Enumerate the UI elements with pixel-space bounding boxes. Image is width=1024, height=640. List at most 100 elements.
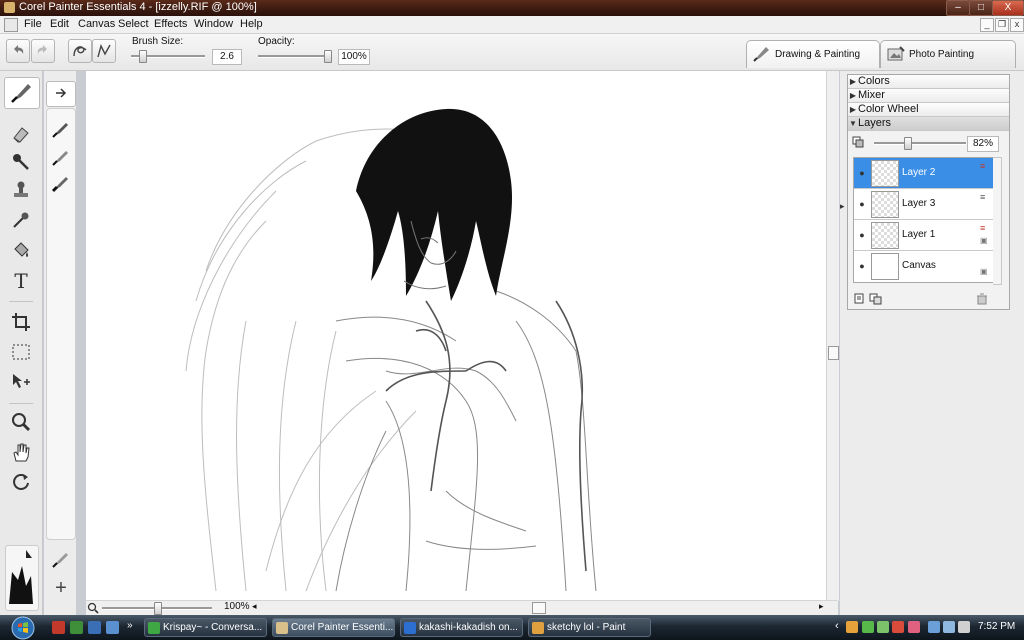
lasso-brush-button[interactable] bbox=[68, 39, 92, 63]
canvas[interactable] bbox=[86, 71, 826, 601]
tray-expand-chevron[interactable]: ‹ bbox=[835, 620, 839, 632]
variant-expand-button[interactable] bbox=[46, 81, 76, 107]
add-variant-button[interactable]: + bbox=[49, 577, 73, 599]
eye-icon[interactable]: ● bbox=[856, 229, 868, 241]
taskbar-item[interactable]: kakashi-kakadish on... bbox=[400, 618, 523, 637]
rotate-page-tool[interactable] bbox=[7, 471, 35, 495]
layer-opacity-value[interactable]: 82% bbox=[967, 136, 999, 152]
tray-network-user-icon[interactable] bbox=[877, 621, 889, 633]
layer-row[interactable]: ● Layer 1 ≡ ▣ bbox=[854, 220, 994, 251]
layer-thumbnail bbox=[871, 222, 899, 249]
horizontal-scroll-thumb[interactable] bbox=[532, 602, 546, 614]
dropper-brush-tool[interactable] bbox=[7, 151, 35, 175]
dropper-tool[interactable] bbox=[7, 209, 35, 233]
paint-bucket-tool[interactable] bbox=[7, 239, 35, 263]
menu-file[interactable]: File bbox=[24, 18, 42, 30]
grabber-tool[interactable] bbox=[7, 441, 35, 465]
triangle-right-icon: ▶ bbox=[849, 77, 857, 86]
tab-photo-painting[interactable]: Photo Painting bbox=[880, 40, 1016, 68]
scroll-left-arrow[interactable]: ◂ bbox=[252, 601, 257, 612]
quicklaunch-more-chevron[interactable]: » bbox=[127, 620, 133, 631]
layer-row[interactable]: ● Canvas ▣ bbox=[854, 251, 994, 281]
pipette-icon bbox=[13, 212, 29, 228]
quicklaunch-aim-icon[interactable] bbox=[52, 621, 65, 634]
opacity-slider[interactable] bbox=[258, 55, 330, 58]
menu-window[interactable]: Window bbox=[194, 18, 233, 30]
doc-restore-button[interactable]: ❐ bbox=[995, 18, 1009, 32]
tray-network-icon[interactable] bbox=[943, 621, 955, 633]
doc-close-button[interactable]: x bbox=[1010, 18, 1024, 32]
scroll-right-arrow[interactable]: ▸ bbox=[819, 601, 824, 612]
variant-pen-1[interactable] bbox=[49, 119, 73, 141]
taskbar: » Krispay~ - Conversa... Corel Painter E… bbox=[0, 615, 1024, 640]
clock[interactable]: 7:52 PM bbox=[978, 621, 1015, 632]
zoom-slider-thumb[interactable] bbox=[154, 602, 162, 615]
tray-msn-icon[interactable] bbox=[862, 621, 874, 633]
layer-opacity-slider-thumb[interactable] bbox=[904, 137, 912, 150]
paint-icon bbox=[532, 622, 544, 634]
vertical-scroll-thumb[interactable] bbox=[828, 346, 839, 360]
crop-tool[interactable] bbox=[7, 311, 35, 335]
start-button[interactable] bbox=[6, 615, 40, 640]
panel-header-colors[interactable]: ▶ Colors bbox=[848, 75, 1009, 89]
quicklaunch-msn-icon[interactable] bbox=[70, 621, 83, 634]
current-brush-tile[interactable] bbox=[4, 77, 40, 109]
eraser-tool[interactable] bbox=[7, 123, 35, 147]
menu-effects[interactable]: Effects bbox=[154, 18, 187, 30]
vertical-scrollbar[interactable] bbox=[826, 71, 839, 601]
opacity-label: Opacity: bbox=[258, 36, 295, 47]
layer-opacity-slider[interactable] bbox=[874, 142, 966, 145]
panel-header-layers[interactable]: ▼Layers bbox=[848, 117, 1009, 131]
text-tool[interactable]: T bbox=[7, 269, 35, 293]
paint-bucket-icon bbox=[14, 242, 29, 257]
tray-monitor-icon[interactable] bbox=[928, 621, 940, 633]
menu-canvas[interactable]: Canvas bbox=[78, 18, 115, 30]
taskbar-item[interactable]: sketchy lol - Paint bbox=[528, 618, 651, 637]
stamp-tool[interactable] bbox=[7, 179, 35, 203]
layer-row[interactable]: ● Layer 3 ≡ bbox=[854, 189, 994, 220]
undo-button[interactable] bbox=[6, 39, 30, 63]
transform-icon bbox=[13, 374, 30, 388]
doc-minimize-button[interactable]: _ bbox=[980, 18, 994, 32]
straight-line-button[interactable] bbox=[92, 39, 116, 63]
close-button[interactable]: X bbox=[992, 0, 1024, 16]
eye-icon[interactable]: ● bbox=[856, 167, 868, 179]
menu-select[interactable]: Select bbox=[118, 18, 149, 30]
tray-aim-icon[interactable] bbox=[892, 621, 904, 633]
tray-firefox-icon[interactable] bbox=[846, 621, 858, 633]
tray-app-icon[interactable] bbox=[908, 621, 920, 633]
layer-list-scrollbar[interactable] bbox=[993, 157, 1002, 285]
rect-select-tool[interactable] bbox=[7, 341, 35, 365]
arrow-right-icon bbox=[56, 88, 67, 98]
panel-header-color-wheel[interactable]: ▶ Color Wheel bbox=[848, 103, 1009, 117]
transform-tool[interactable] bbox=[7, 371, 35, 395]
taskbar-item[interactable]: Corel Painter Essenti... bbox=[272, 618, 395, 637]
eye-icon[interactable]: ● bbox=[856, 198, 868, 210]
brush-size-value[interactable]: 2.6 bbox=[212, 49, 242, 65]
panel-collapse-arrow[interactable]: ▸ bbox=[840, 201, 845, 215]
horizontal-scrollbar[interactable]: 100% ◂ ▸ bbox=[86, 600, 838, 615]
panel-header-mixer[interactable]: ▶ Mixer bbox=[848, 89, 1009, 103]
menu-edit[interactable]: Edit bbox=[50, 18, 69, 30]
panel-header-color-wheel-label: Color Wheel bbox=[858, 103, 919, 115]
layer-stack-icon: ≡ bbox=[980, 223, 986, 233]
layer-row[interactable]: ● Layer 2 ≡ bbox=[854, 158, 994, 189]
color-picker-swatch[interactable] bbox=[5, 545, 39, 611]
taskbar-item[interactable]: Krispay~ - Conversa... bbox=[144, 618, 267, 637]
variant-pen-3[interactable] bbox=[49, 173, 73, 195]
magnifier-tool[interactable] bbox=[7, 411, 35, 435]
quicklaunch-window-icon[interactable] bbox=[106, 621, 119, 634]
redo-button[interactable] bbox=[31, 39, 55, 63]
tray-volume-icon[interactable] bbox=[958, 621, 970, 633]
opacity-value[interactable]: 100% bbox=[338, 49, 370, 65]
tab-drawing-painting[interactable]: Drawing & Painting bbox=[746, 40, 880, 68]
menu-help[interactable]: Help bbox=[240, 18, 263, 30]
minimize-button[interactable]: – bbox=[946, 0, 970, 16]
brush-size-slider-thumb[interactable] bbox=[139, 50, 147, 63]
maximize-button[interactable]: □ bbox=[969, 0, 993, 16]
opacity-slider-thumb[interactable] bbox=[324, 50, 332, 63]
quicklaunch-desktop-icon[interactable] bbox=[88, 621, 101, 634]
variant-pen-2[interactable] bbox=[49, 147, 73, 169]
variant-paint-tool[interactable] bbox=[49, 549, 73, 571]
eye-icon[interactable]: ● bbox=[856, 260, 868, 272]
